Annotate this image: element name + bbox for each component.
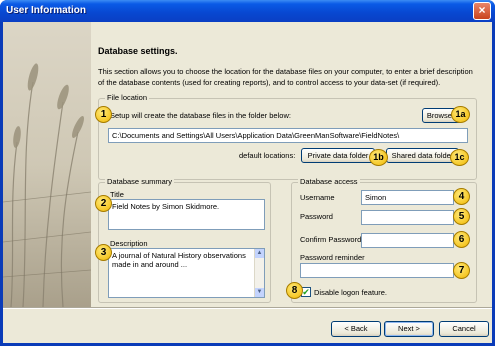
back-button[interactable]: < Back	[331, 321, 381, 337]
callout-badge-1: 1	[95, 106, 112, 123]
dialog-body: Database settings. This section allows y…	[3, 22, 492, 343]
description-field[interactable]: A journal of Natural History observation…	[108, 248, 265, 298]
scroll-up-icon[interactable]: ▲	[255, 249, 264, 258]
description-text: A journal of Natural History observation…	[112, 251, 246, 269]
description-label: Description	[110, 239, 148, 248]
wheat-side-image	[3, 22, 91, 307]
password-label: Password	[300, 212, 333, 221]
default-locations-label: default locations:	[239, 151, 296, 160]
callout-badge-1c: 1c	[450, 149, 469, 166]
callout-badge-4: 4	[453, 188, 470, 205]
callout-badge-6: 6	[453, 231, 470, 248]
private-data-folder-button[interactable]: Private data folder	[301, 148, 375, 163]
callout-badge-5: 5	[453, 208, 470, 225]
callout-badge-2: 2	[95, 195, 112, 212]
callout-badge-7: 7	[453, 262, 470, 279]
database-access-legend: Database access	[298, 177, 360, 186]
callout-badge-1b: 1b	[369, 149, 388, 166]
page-heading: Database settings.	[98, 46, 178, 56]
confirm-password-label: Confirm Password	[300, 235, 362, 244]
password-reminder-label: Password reminder	[300, 253, 365, 262]
description-scrollbar[interactable]: ▲ ▼	[254, 249, 264, 297]
callout-badge-1a: 1a	[451, 106, 470, 123]
folder-instruction: Setup will create the database files in …	[110, 111, 291, 120]
next-button[interactable]: Next >	[384, 321, 434, 337]
cancel-button[interactable]: Cancel	[439, 321, 489, 337]
username-label: Username	[300, 193, 335, 202]
footer-separator	[3, 307, 492, 309]
callout-badge-8: 8	[286, 282, 303, 299]
close-icon[interactable]: ×	[473, 2, 491, 20]
wheat-illustration-icon	[3, 22, 91, 307]
page-intro: This section allows you to choose the lo…	[98, 67, 473, 87]
confirm-password-field[interactable]	[361, 233, 454, 248]
shared-data-folder-button[interactable]: Shared data folder	[386, 148, 459, 163]
password-field[interactable]	[361, 210, 454, 225]
user-information-window: User Information × Database settings. Th…	[0, 0, 495, 346]
window-title: User Information	[6, 5, 87, 16]
title-bar: User Information ×	[0, 0, 495, 22]
file-location-legend: File location	[105, 93, 150, 102]
title-field[interactable]: Field Notes by Simon Skidmore.	[108, 199, 265, 230]
database-path-field[interactable]: C:\Documents and Settings\All Users\Appl…	[108, 128, 468, 143]
database-summary-legend: Database summary	[105, 177, 175, 186]
title-label: Title	[110, 190, 124, 199]
username-field[interactable]: Simon	[361, 190, 454, 205]
scroll-down-icon[interactable]: ▼	[255, 288, 264, 297]
password-reminder-field[interactable]	[300, 263, 454, 278]
disable-logon-label: Disable logon feature.	[314, 288, 387, 297]
callout-badge-3: 3	[95, 244, 112, 261]
